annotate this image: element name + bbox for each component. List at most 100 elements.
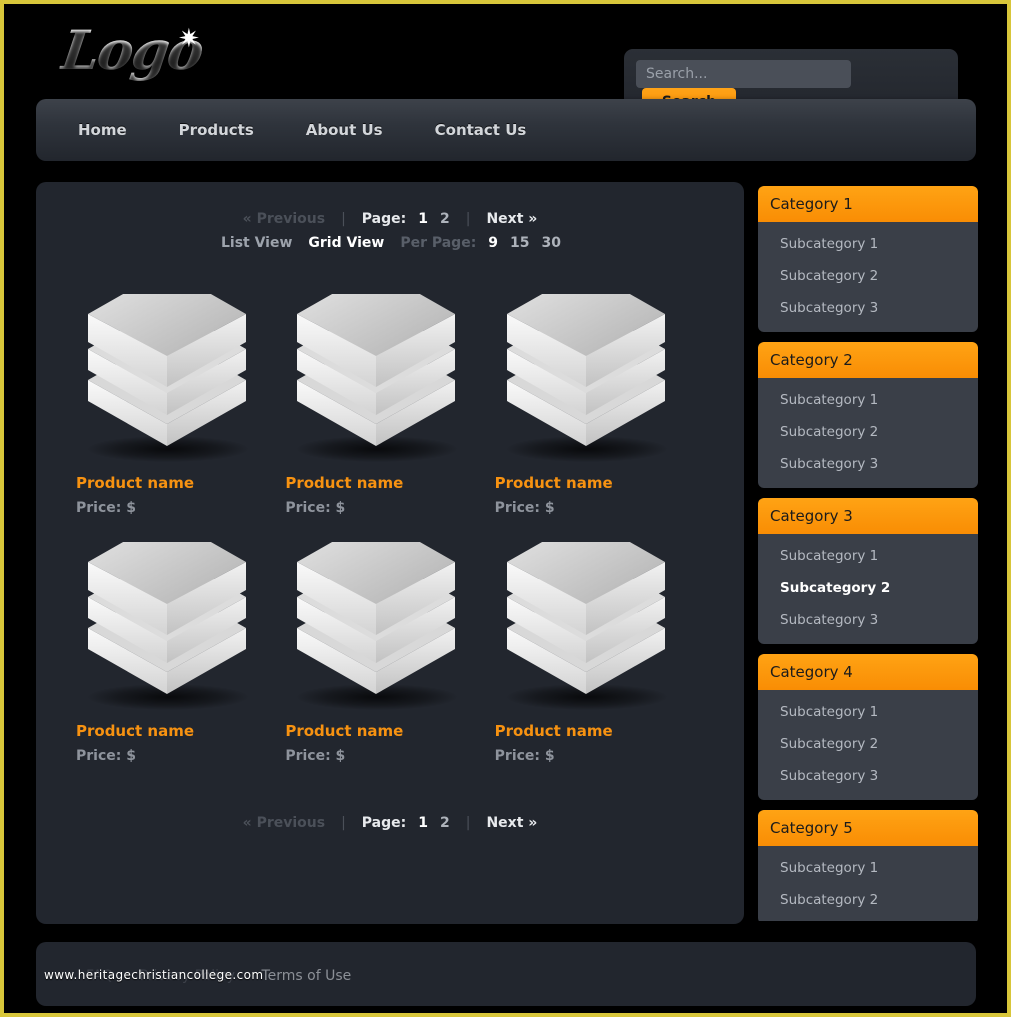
product-listing-panel: « Previous | Page: 1 2 | Next » List Vie… [36, 182, 744, 924]
category-block: Category 4 Subcategory 1 Subcategory 2 S… [758, 654, 978, 800]
product-card[interactable]: Product name Price: $ [495, 536, 704, 764]
product-price: Price: $ [494, 500, 555, 516]
stacked-boxes-icon [506, 294, 665, 446]
per-page-option-9[interactable]: 9 [482, 232, 504, 254]
page-link-1-bottom[interactable]: 1 [412, 812, 434, 834]
subcategory-item[interactable]: Subcategory 1 [758, 540, 978, 572]
view-options-row: List View Grid View Per Page: 9 15 30 [36, 232, 744, 254]
subcategory-item[interactable]: Subcategory 3 [758, 604, 978, 636]
previous-page-link-bottom[interactable]: « Previous [237, 812, 331, 834]
product-thumbnail[interactable] [495, 536, 695, 716]
product-card[interactable]: Product name Price: $ [285, 288, 494, 516]
subcategory-item-active[interactable]: Subcategory 2 [758, 572, 978, 604]
subcategory-item[interactable]: Subcategory 2 [758, 260, 978, 292]
category-header-1[interactable]: Category 1 [758, 186, 978, 222]
site-header: Logo ✷ Search [4, 4, 1007, 116]
per-page-option-15[interactable]: 15 [504, 232, 535, 254]
page-link-2-bottom[interactable]: 2 [434, 812, 456, 834]
product-name[interactable]: Product name [495, 474, 704, 492]
product-price: Price: $ [285, 500, 346, 516]
category-block: Category 2 Subcategory 1 Subcategory 2 S… [758, 342, 978, 488]
subcategory-item[interactable]: Subcategory 2 [758, 728, 978, 760]
per-page-option-30[interactable]: 30 [536, 232, 567, 254]
toolbar-divider: | [465, 211, 471, 227]
pagination-bottom: « Previous | Page: 1 2 | Next » [36, 812, 744, 834]
footer-link-terms-of-use[interactable]: Terms of Use [261, 968, 351, 984]
listing-toolbar-bottom: « Previous | Page: 1 2 | Next » [36, 786, 744, 834]
nav-item-about-us[interactable]: About Us [306, 121, 383, 139]
search-input[interactable] [636, 60, 851, 88]
product-thumbnail[interactable] [285, 536, 485, 716]
page-label-top: Page: [361, 211, 407, 227]
product-name[interactable]: Product name [285, 722, 494, 740]
product-name[interactable]: Product name [76, 474, 285, 492]
product-card[interactable]: Product name Price: $ [76, 288, 285, 516]
toolbar-divider: | [465, 815, 471, 831]
next-page-link-top[interactable]: Next » [480, 208, 543, 230]
subcategory-item[interactable]: Subcategory 3 [758, 760, 978, 792]
product-price: Price: $ [76, 500, 136, 516]
category-header-4[interactable]: Category 4 [758, 654, 978, 690]
pagination-top: « Previous | Page: 1 2 | Next » [36, 208, 744, 230]
subcategory-list: Subcategory 1 Subcategory 2 Subcategory … [758, 222, 978, 332]
stacked-boxes-icon [297, 294, 456, 446]
subcategory-item[interactable]: Subcategory 3 [758, 448, 978, 480]
nav-item-products[interactable]: Products [179, 121, 254, 139]
listing-toolbar-top: « Previous | Page: 1 2 | Next » List Vie… [36, 182, 744, 254]
category-header-3[interactable]: Category 3 [758, 498, 978, 534]
page-link-2-top[interactable]: 2 [434, 208, 456, 230]
subcategory-list: Subcategory 1 Subcategory 2 Subcategory … [758, 690, 978, 800]
product-price: Price: $ [76, 748, 136, 764]
product-card[interactable]: Product name Price: $ [495, 288, 704, 516]
category-block: Category 1 Subcategory 1 Subcategory 2 S… [758, 186, 978, 332]
subcategory-item[interactable]: Subcategory 1 [758, 228, 978, 260]
category-sidebar: Category 1 Subcategory 1 Subcategory 2 S… [758, 186, 978, 921]
category-header-2[interactable]: Category 2 [758, 342, 978, 378]
stacked-boxes-icon [88, 542, 246, 694]
subcategory-item[interactable]: Subcategory 3 [758, 292, 978, 324]
footer-links: FAQ Privacy Policy Terms of Use [86, 968, 373, 984]
subcategory-item[interactable]: Subcategory 1 [758, 696, 978, 728]
subcategory-item[interactable]: Subcategory 2 [758, 884, 978, 916]
site-footer: FAQ Privacy Policy Terms of Use [36, 942, 976, 1006]
product-name[interactable]: Product name [285, 474, 494, 492]
footer-link-faq[interactable]: FAQ [86, 968, 113, 984]
nav-item-contact-us[interactable]: Contact Us [435, 121, 527, 139]
stacked-boxes-icon [297, 542, 456, 694]
page-link-1-top[interactable]: 1 [412, 208, 434, 230]
grid-view-toggle[interactable]: Grid View [300, 232, 392, 254]
stacked-boxes-icon [88, 294, 246, 446]
main-area: « Previous | Page: 1 2 | Next » List Vie… [4, 182, 1007, 927]
product-price: Price: $ [285, 748, 346, 764]
product-thumbnail[interactable] [76, 536, 276, 716]
subcategory-item[interactable]: Subcategory 1 [758, 384, 978, 416]
category-header-5[interactable]: Category 5 [758, 810, 978, 846]
product-card[interactable]: Product name Price: $ [76, 536, 285, 764]
main-navigation: Home Products About Us Contact Us [36, 99, 976, 161]
product-card[interactable]: Product name Price: $ [285, 536, 494, 764]
category-block: Category 5 Subcategory 1 Subcategory 2 [758, 810, 978, 921]
subcategory-list: Subcategory 1 Subcategory 2 Subcategory … [758, 534, 978, 644]
toolbar-divider: | [341, 211, 346, 227]
product-price: Price: $ [494, 748, 555, 764]
list-view-toggle[interactable]: List View [213, 232, 300, 254]
logo-sparkle-icon: ✷ [178, 24, 200, 54]
product-thumbnail[interactable] [285, 288, 485, 468]
category-block: Category 3 Subcategory 1 Subcategory 2 S… [758, 498, 978, 644]
footer-link-privacy-policy[interactable]: Privacy Policy [140, 968, 235, 984]
stacked-boxes-icon [506, 542, 665, 694]
product-thumbnail[interactable] [495, 288, 695, 468]
nav-item-home[interactable]: Home [78, 121, 127, 139]
toolbar-divider: | [341, 815, 346, 831]
product-name[interactable]: Product name [495, 722, 704, 740]
subcategory-item[interactable]: Subcategory 2 [758, 416, 978, 448]
subcategory-list: Subcategory 1 Subcategory 2 Subcategory … [758, 378, 978, 488]
subcategory-item[interactable]: Subcategory 1 [758, 852, 978, 884]
page-label-bottom: Page: [361, 815, 407, 831]
product-name[interactable]: Product name [76, 722, 285, 740]
product-thumbnail[interactable] [76, 288, 276, 468]
page-root: Logo ✷ Search Home Products About Us Con… [4, 4, 1007, 1013]
next-page-link-bottom[interactable]: Next » [480, 812, 543, 834]
previous-page-link-top[interactable]: « Previous [237, 208, 331, 230]
product-grid: Product name Price: $ Product name Price… [36, 288, 744, 764]
